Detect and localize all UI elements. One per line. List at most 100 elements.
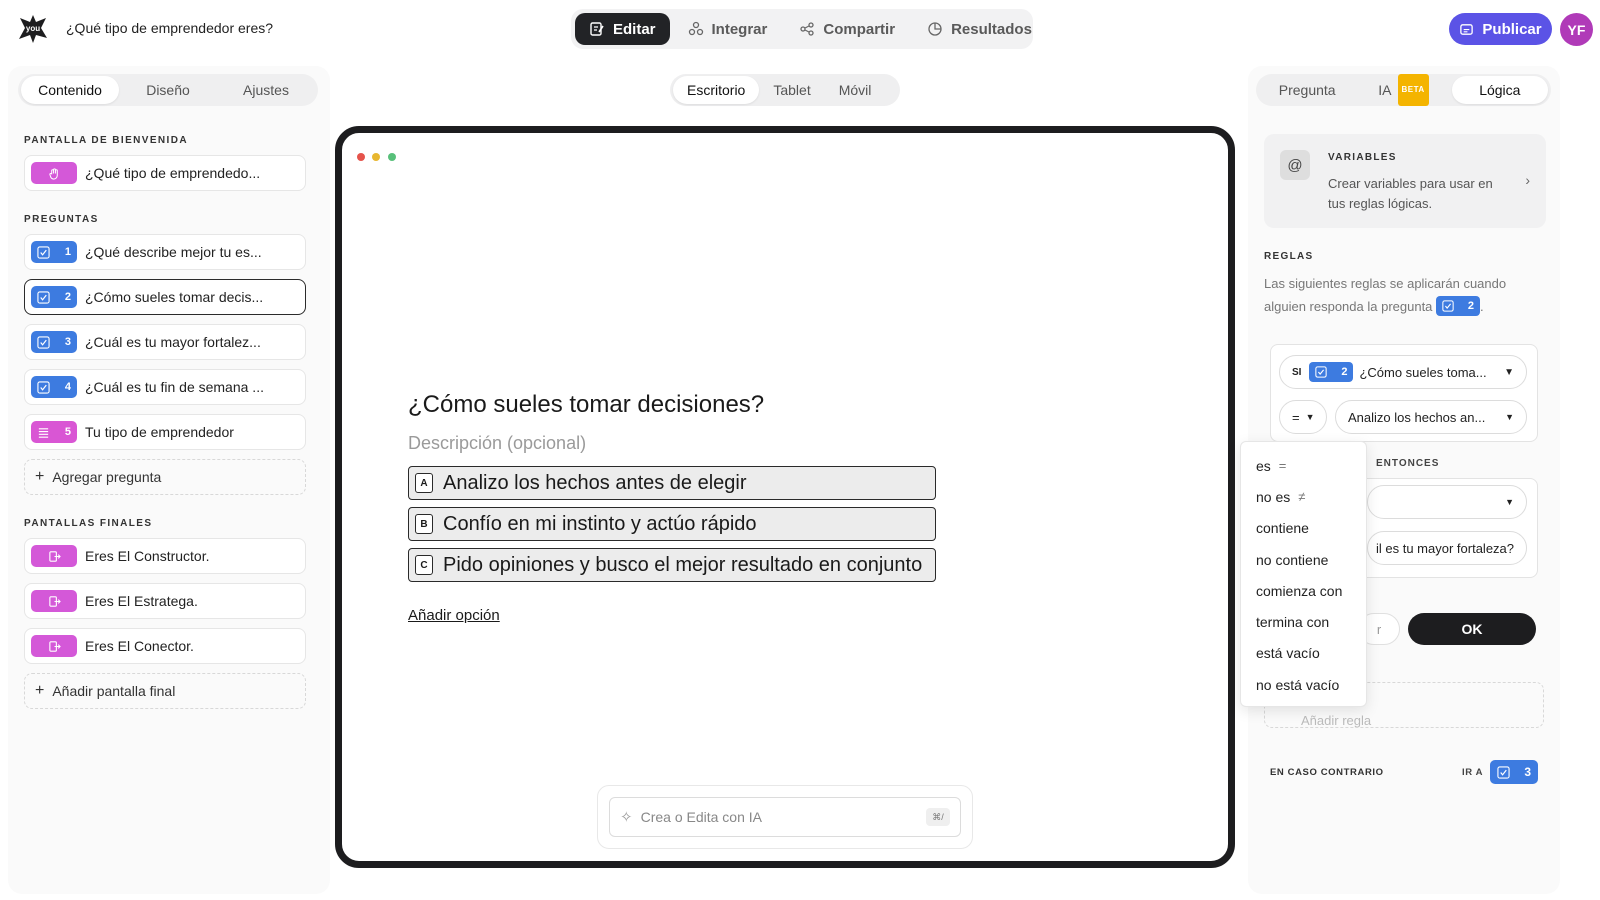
checkbox-icon [37,290,50,304]
value-select[interactable]: Analizo los hechos an... ▼ [1335,400,1527,434]
tab-tablet[interactable]: Tablet [759,76,824,104]
operator-option-termina-con[interactable]: termina con [1241,606,1366,637]
user-avatar[interactable]: YF [1560,13,1593,46]
then-label: ENTONCES [1376,458,1440,469]
then-action-select[interactable]: ▼ [1367,485,1527,519]
question-title[interactable]: ¿Cómo sueles tomar decisiones? [408,391,764,419]
tab-movil[interactable]: Móvil [825,76,886,104]
question-badge: 4 [31,376,77,398]
welcome-section-label: PANTALLA DE BIENVENIDA [24,135,188,146]
question-badge: 5 [31,421,77,443]
publish-icon [1460,23,1474,35]
then-target-select[interactable]: il es tu mayor fortaleza? [1367,531,1527,565]
rule-question-badge: 2 [1309,362,1354,382]
operator-option-no-esta-vacio[interactable]: no está vacío [1241,669,1366,700]
option-b[interactable]: B Confío en mi instinto y actúo rápido [408,507,936,541]
sparkle-icon: ✧ [620,809,633,826]
rules-description: Las siguientes reglas se aplicarán cuand… [1264,272,1544,318]
exit-icon [48,640,61,652]
integrate-icon [688,21,703,36]
question-item-4[interactable]: 4 ¿Cuál es tu fin de semana ... [24,369,306,405]
question-badge: 2 [31,286,77,308]
variables-description: Crear variables para usar en tus reglas … [1328,176,1493,211]
device-tabs: Escritorio Tablet Móvil [670,74,900,106]
checkbox-icon [37,335,50,349]
operator-option-contiene[interactable]: contiene [1241,513,1366,544]
option-key: C [415,555,433,575]
tab-integrar[interactable]: Integrar [674,13,782,45]
right-tabs: Pregunta IA BETA Lógica [1256,74,1551,106]
question-item-2[interactable]: 2 ¿Cómo sueles tomar decis... [24,279,306,315]
tab-editar[interactable]: Editar [575,13,670,45]
top-bar: you ¿Qué tipo de emprendedor eres? Edita… [0,0,1600,60]
add-ending-button[interactable]: + Añadir pantalla final [24,673,306,709]
question-description[interactable]: Descripción (opcional) [408,433,586,454]
else-label: EN CASO CONTRARIO [1270,767,1384,778]
results-icon [928,22,942,36]
question-item-1[interactable]: 1 ¿Qué describe mejor tu es... [24,234,306,270]
option-key: B [415,514,433,534]
chevron-down-icon: ▼ [1305,412,1315,422]
ending-item-2[interactable]: Eres El Estratega. [24,583,306,619]
mode-tabs: Editar Integrar Compartir Resultados [571,9,1033,49]
ending-badge [31,545,77,567]
else-target-select[interactable]: 3 [1490,760,1538,784]
endings-section-label: PANTALLAS FINALES [24,518,153,529]
rule-question-select[interactable]: SI 2 ¿Cómo sueles toma... ▼ [1279,355,1527,389]
question-badge: 1 [31,241,77,263]
variables-title: VARIABLES [1328,152,1397,163]
option-key: A [415,473,433,493]
beta-badge: BETA [1397,74,1429,106]
ai-input[interactable]: ✧ Crea o Edita con IA ⌘/ [609,797,961,837]
ending-item-3[interactable]: Eres El Conector. [24,628,306,664]
variables-card[interactable]: @ VARIABLES Crear variables para usar en… [1264,134,1546,228]
operator-option-no-es[interactable]: no es ≠ [1241,481,1366,512]
tab-ajustes[interactable]: Ajustes [217,76,315,104]
window-dot-green [388,153,396,161]
chevron-down-icon: ▼ [1505,412,1514,422]
tab-contenido[interactable]: Contenido [21,76,119,104]
tab-escritorio[interactable]: Escritorio [673,76,760,104]
chevron-down-icon: ▼ [1505,497,1514,507]
device-preview: ¿Cómo sueles tomar decisiones? Descripci… [335,126,1235,868]
ending-item-1[interactable]: Eres El Constructor. [24,538,306,574]
welcome-screen-item[interactable]: ¿Qué tipo de emprendedo... [24,155,306,191]
option-c[interactable]: C Pido opiniones y busco el mejor result… [408,548,936,582]
add-option-link[interactable]: Añadir opción [408,607,500,624]
operator-option-comienza-con[interactable]: comienza con [1241,575,1366,606]
left-tabs: Contenido Diseño Ajustes [18,74,318,106]
tab-diseno[interactable]: Diseño [119,76,217,104]
left-panel: Contenido Diseño Ajustes PANTALLA DE BIE… [8,66,330,894]
operator-select[interactable]: = ▼ [1279,400,1327,434]
hand-icon [48,167,58,180]
then-card: ▼ il es tu mayor fortaleza? [1358,478,1538,578]
publish-button[interactable]: Publicar [1449,13,1552,45]
checkbox-icon [1442,300,1454,312]
if-label: SI [1292,366,1302,378]
tab-ia[interactable]: IA BETA [1355,74,1451,106]
checkbox-icon [37,380,50,394]
tab-logica[interactable]: Lógica [1451,76,1548,104]
tab-resultados[interactable]: Resultados [913,13,1046,45]
plus-icon: + [35,682,45,699]
tab-pregunta[interactable]: Pregunta [1259,76,1355,104]
operator-option-es[interactable]: es = [1241,450,1366,481]
exit-icon [48,595,61,607]
app-logo-icon[interactable]: you [16,12,50,46]
chevron-right-icon: › [1525,172,1530,188]
operator-option-esta-vacio[interactable]: está vacío [1241,638,1366,669]
plus-icon: + [35,468,45,485]
question-item-3[interactable]: 3 ¿Cuál es tu mayor fortalez... [24,324,306,360]
option-a[interactable]: A Analizo los hechos antes de elegir [408,466,936,500]
at-sign-icon: @ [1280,150,1310,180]
questions-section-label: PREGUNTAS [24,214,99,225]
window-dot-red [357,153,365,161]
ok-button[interactable]: OK [1408,613,1536,645]
form-title[interactable]: ¿Qué tipo de emprendedor eres? [66,20,273,36]
add-question-button[interactable]: + Agregar pregunta [24,459,306,495]
operator-option-no-contiene[interactable]: no contiene [1241,544,1366,575]
operator-dropdown: es = no es ≠ contiene no contiene comien… [1240,441,1367,707]
question-item-5[interactable]: 5 Tu tipo de emprendedor [24,414,306,450]
tab-compartir[interactable]: Compartir [785,13,909,45]
list-icon [38,427,49,438]
